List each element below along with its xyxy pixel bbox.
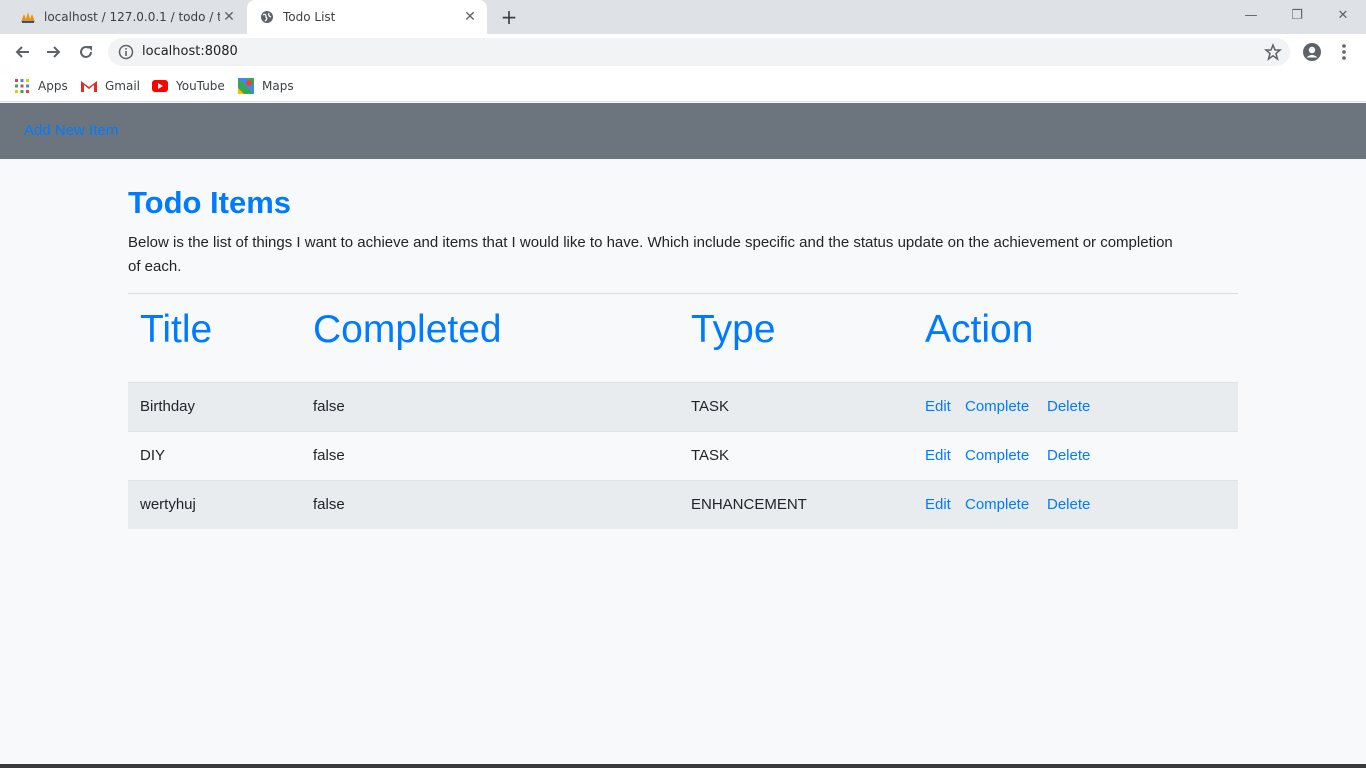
phpmyadmin-icon [20, 9, 36, 25]
bookmarks-bar: Apps Gmail YouTube Maps [0, 70, 1366, 102]
bookmark-youtube[interactable]: YouTube [152, 76, 225, 96]
delete-link[interactable]: Delete [1047, 447, 1090, 464]
bookmark-apps[interactable]: Apps [14, 76, 68, 96]
edit-link[interactable]: Edit [925, 447, 951, 464]
navbar: Add New Item [0, 103, 1366, 159]
info-icon[interactable] [118, 44, 134, 60]
tab-strip: localhost / 127.0.0.1 / todo / todo ✕ To… [0, 0, 1366, 34]
tab-title: localhost / 127.0.0.1 / todo / todo [44, 10, 220, 24]
edit-link[interactable]: Edit [925, 496, 951, 513]
bookmark-star-icon[interactable] [1264, 42, 1282, 61]
cell-title: wertyhuj [140, 496, 196, 513]
delete-link[interactable]: Delete [1047, 496, 1090, 513]
todo-table: Title Completed Type Action Birthday fal… [128, 294, 1238, 529]
new-tab-icon[interactable]: + [498, 5, 520, 29]
close-tab-icon[interactable]: ✕ [220, 8, 238, 26]
restore-icon[interactable]: ❐ [1274, 0, 1320, 30]
forward-icon[interactable] [40, 38, 68, 66]
menu-kebab-icon[interactable] [1330, 38, 1358, 66]
complete-link[interactable]: Complete [965, 447, 1029, 464]
reload-icon[interactable] [72, 38, 100, 66]
page-title: Todo Items [128, 185, 292, 220]
header-action: Action [925, 308, 1034, 351]
header-completed: Completed [313, 308, 502, 351]
bookmark-gmail[interactable]: Gmail [81, 76, 140, 96]
tab-title: Todo List [283, 10, 336, 24]
table-header: Title Completed Type Action [128, 294, 1238, 382]
cell-type: ENHANCEMENT [691, 496, 807, 513]
gmail-icon [81, 78, 97, 94]
cell-completed: false [313, 447, 345, 464]
maps-icon [238, 78, 254, 94]
header-title: Title [140, 308, 213, 351]
taskbar-edge [0, 764, 1366, 768]
cell-title: DIY [140, 447, 166, 464]
close-window-icon[interactable]: ✕ [1320, 0, 1366, 30]
address-url: localhost:8080 [142, 44, 238, 59]
page-description: Below is the list of things I want to ac… [128, 234, 1173, 275]
browser-toolbar: localhost:8080 [0, 34, 1366, 70]
table-row: Birthday false TASK Edit Complete Delete [128, 382, 1238, 431]
cell-completed: false [313, 496, 345, 513]
header-type: Type [691, 308, 776, 351]
table-row: DIY false TASK Edit Complete Delete [128, 431, 1238, 480]
profile-avatar-icon[interactable] [1298, 38, 1326, 66]
close-tab-icon[interactable]: ✕ [461, 8, 479, 26]
delete-link[interactable]: Delete [1047, 398, 1090, 415]
cell-type: TASK [691, 398, 730, 415]
minimize-icon[interactable]: — [1228, 0, 1274, 30]
table-row: wertyhuj false ENHANCEMENT Edit Complete… [128, 480, 1238, 529]
add-new-item-link[interactable]: Add New Item [24, 122, 118, 139]
complete-link[interactable]: Complete [965, 398, 1029, 415]
edit-link[interactable]: Edit [925, 398, 951, 415]
back-icon[interactable] [8, 38, 36, 66]
tab-todo-list[interactable]: Todo List ✕ [247, 0, 487, 34]
globe-icon [259, 9, 275, 25]
bookmark-label: Apps [38, 79, 68, 93]
tab-phpmyadmin[interactable]: localhost / 127.0.0.1 / todo / todo ✕ [8, 0, 246, 34]
cell-title: Birthday [140, 398, 196, 415]
cell-completed: false [313, 398, 345, 415]
apps-grid-icon [14, 78, 30, 94]
bookmark-label: Gmail [105, 79, 141, 93]
complete-link[interactable]: Complete [965, 496, 1029, 513]
address-bar[interactable]: localhost:8080 [108, 38, 1290, 66]
bookmark-maps[interactable]: Maps [238, 76, 294, 96]
bookmark-label: Maps [262, 79, 294, 93]
youtube-icon [152, 78, 168, 94]
cell-type: TASK [691, 447, 730, 464]
bookmark-label: YouTube [176, 79, 225, 93]
